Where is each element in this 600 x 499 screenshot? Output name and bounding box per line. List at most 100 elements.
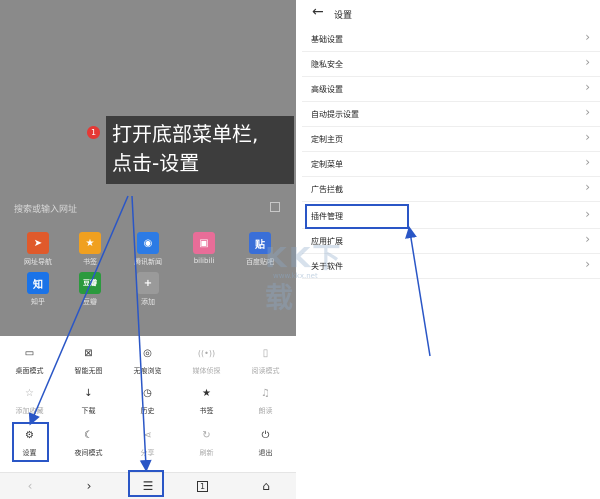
menu-reader-mode[interactable]: ▯ 阅读模式 [236,348,295,376]
plus-icon: + [137,272,159,294]
app-label: 知乎 [31,298,45,306]
app-label: 百度贴吧 [246,258,274,266]
menu-refresh[interactable]: ↻ 刷新 [177,430,236,458]
app-zhihu[interactable]: 知 知乎 [14,272,62,307]
app-bilibili[interactable]: ▣ bilibili [180,232,228,265]
settings-row-about[interactable]: 关于软件 › [302,254,600,279]
settings-row-basic[interactable]: 基础设置 › [302,27,600,52]
search-bar[interactable]: 搜索或输入网址 [14,200,284,218]
chevron-right-icon: › [585,207,590,221]
menu-label: 刷新 [199,449,214,457]
menu-history[interactable]: ◷ 历史 [118,388,177,416]
menu-label: 下载 [81,407,96,415]
row-label: 广告拦截 [311,185,343,194]
plugins-highlight [305,204,409,229]
forward-button[interactable]: › [79,478,99,494]
settings-row-custom-home[interactable]: 定制主页 › [302,127,600,152]
menu-bookmarks[interactable]: ★ 书签 [177,388,236,416]
callout-line-2: 点击-设置 [112,151,200,175]
chevron-right-icon: › [585,105,590,119]
star-icon: ★ [202,388,211,399]
menu-read-aloud[interactable]: ♫ 朗读 [236,388,295,416]
home-button[interactable]: ⌂ [256,478,276,494]
chevron-right-icon: › [585,257,590,271]
instruction-callout: 打开底部菜单栏, 点击-设置 [106,116,294,184]
app-label: bilibili [193,257,215,265]
menu-label: 朗读 [258,407,273,415]
step-badge: 1 [87,126,100,139]
row-label: 定制主页 [311,135,343,144]
settings-row-autosuggest[interactable]: 自动提示设置 › [302,102,600,127]
bilibili-icon: ▣ [193,232,215,254]
menu-exit[interactable]: ⏻ 退出 [236,430,295,458]
app-douban[interactable]: 豆瓣 豆瓣 [66,272,114,307]
menu-label: 夜间模式 [74,449,103,457]
menu-label: 退出 [258,449,273,457]
power-icon: ⏻ [261,430,270,441]
chevron-right-icon: › [585,155,590,169]
menu-label: 阅读模式 [251,367,280,375]
settings-row-privacy[interactable]: 隐私安全 › [302,52,600,77]
menu-no-image[interactable]: ⊠ 智能无图 [59,348,118,376]
app-add[interactable]: + 添加 [124,272,172,307]
news-icon: ◉ [137,232,159,254]
scan-icon[interactable] [270,202,280,212]
chevron-right-icon: › [585,130,590,144]
share-icon: ⋖ [143,430,152,441]
monitor-icon: ▭ [24,348,35,359]
menu-label: 历史 [140,407,155,415]
app-label: 豆瓣 [83,298,97,306]
menu-label: 智能无图 [74,367,103,375]
moon-icon: ☾ [84,430,93,441]
menu-label: 无痕浏览 [133,367,162,375]
app-label: 书签 [83,258,97,266]
broadcast-icon: ((•)) [197,349,216,358]
nav-icon: ➤ [27,232,49,254]
menu-share[interactable]: ⋖ 分享 [118,430,177,458]
back-button[interactable]: ‹ [20,478,40,494]
left-phone-screen: 搜索或输入网址 ➤ 网址导航 ★ 书签 ◉ 腾讯新闻 ▣ bilibili 贴 [0,0,296,499]
star-outline-icon: ☆ [25,388,34,399]
chevron-right-icon: › [585,180,590,194]
star-icon: ★ [79,232,101,254]
row-label: 基础设置 [311,35,343,44]
menu-incognito[interactable]: ◎ 无痕浏览 [118,348,177,376]
app-bookmarks[interactable]: ★ 书签 [66,232,114,267]
page-title: 设置 [334,11,353,21]
row-label: 应用扩展 [311,237,343,246]
app-tieba[interactable]: 贴 百度贴吧 [236,232,284,267]
right-phone-screen: ← 设置 基础设置 › 隐私安全 › 高级设置 › 自动提示设置 › 定制主页 … [302,0,600,499]
search-placeholder: 搜索或输入网址 [14,205,78,215]
menu-media-sniffer[interactable]: ((•)) 媒体侦探 [177,348,236,376]
app-nav[interactable]: ➤ 网址导航 [14,232,62,267]
settings-row-extensions[interactable]: 应用扩展 › [302,229,600,254]
download-icon: ↓ [84,388,93,399]
tabs-button[interactable]: 1 [197,481,208,492]
menu-label: 书签 [199,407,214,415]
settings-row-adblock[interactable]: 广告拦截 › [302,177,600,202]
headphones-icon: ♫ [261,388,270,399]
app-label: 腾讯新闻 [134,258,162,266]
row-label: 自动提示设置 [311,110,359,119]
back-arrow-icon[interactable]: ← [312,4,324,20]
menu-night-mode[interactable]: ☾ 夜间模式 [59,430,118,458]
app-tencent-news[interactable]: ◉ 腾讯新闻 [124,232,172,267]
settings-row-advanced[interactable]: 高级设置 › [302,77,600,102]
chevron-right-icon: › [585,232,590,246]
row-label: 高级设置 [311,85,343,94]
menu-label: 桌面模式 [15,367,44,375]
clock-icon: ◷ [143,388,152,399]
menu-desktop-mode[interactable]: ▭ 桌面模式 [0,348,59,376]
no-image-icon: ⊠ [84,348,93,359]
menu-page-indicator [140,464,160,479]
menu-add-favorite[interactable]: ☆ 添加收藏 [0,388,59,416]
row-label: 定制菜单 [311,160,343,169]
settings-row-custom-menu[interactable]: 定制菜单 › [302,152,600,177]
settings-highlight [12,422,49,462]
menu-download[interactable]: ↓ 下载 [59,388,118,416]
menu-label: 分享 [140,449,155,457]
incognito-icon: ◎ [143,348,152,359]
menu-label: 媒体侦探 [192,367,221,375]
refresh-icon: ↻ [202,430,211,441]
row-label: 隐私安全 [311,60,343,69]
